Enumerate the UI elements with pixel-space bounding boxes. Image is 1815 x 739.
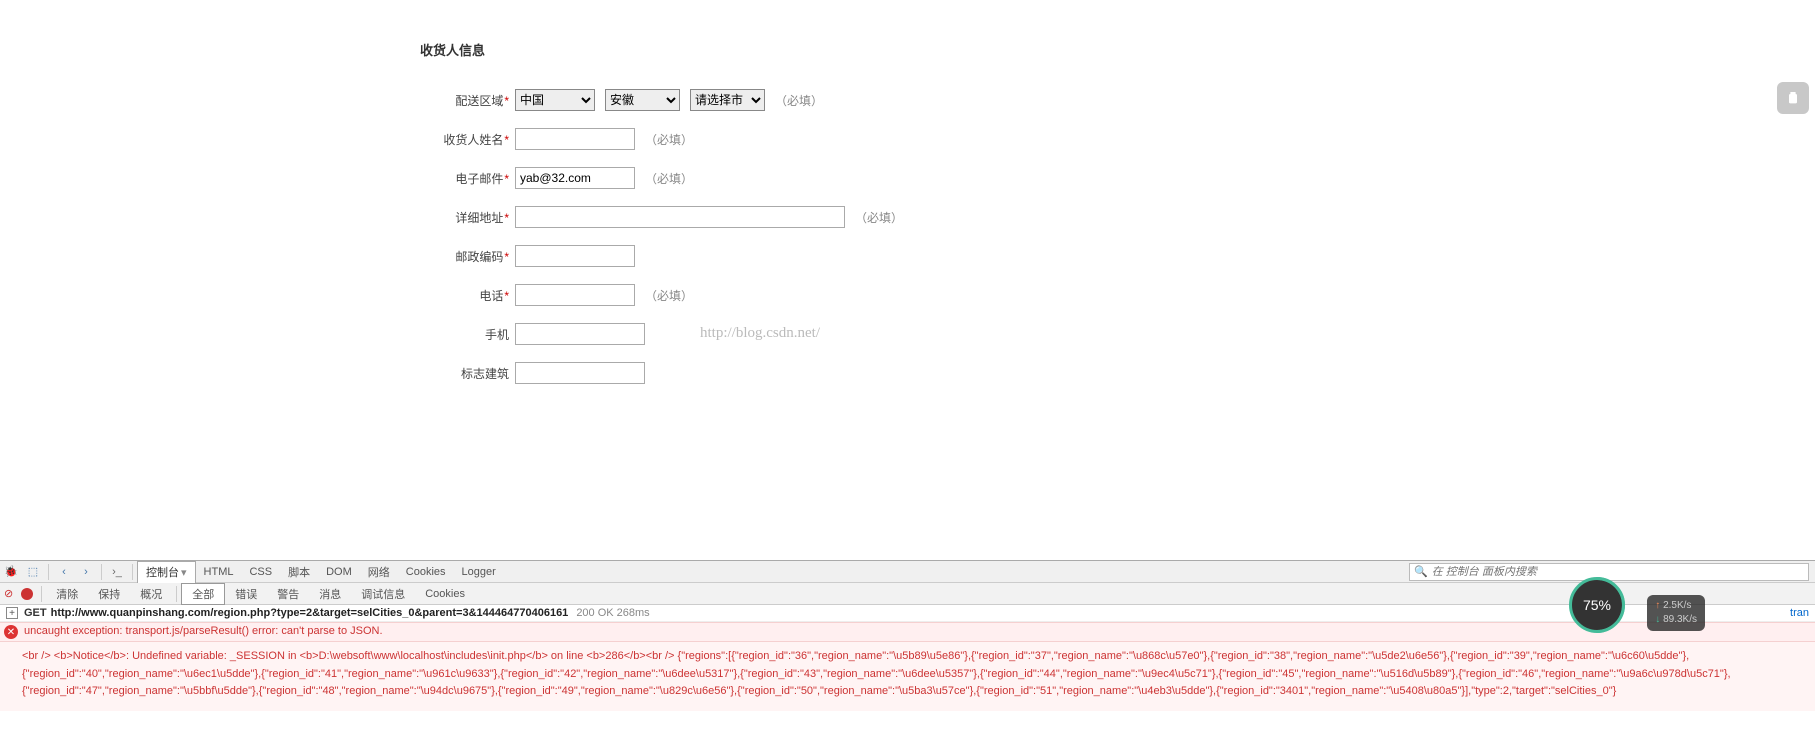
console-log-area: + GET http://www.quanpinshang.com/region… — [0, 605, 1815, 739]
request-url: http://www.quanpinshang.com/region.php?t… — [51, 607, 569, 619]
block-icon[interactable]: ⊘ — [4, 587, 13, 600]
filter-persist[interactable]: 保持 — [88, 583, 130, 605]
filter-clear[interactable]: 清除 — [46, 583, 88, 605]
row-name: 收货人姓名* （必填） — [420, 128, 1815, 150]
next-icon[interactable]: › — [77, 563, 95, 581]
row-phone: 电话* （必填） — [420, 284, 1815, 306]
tab-html[interactable]: HTML — [196, 561, 242, 583]
method: GET — [24, 607, 47, 619]
mobile-input[interactable] — [515, 323, 645, 345]
label-name: 收货人姓名* — [420, 131, 515, 148]
country-select[interactable]: 中国 — [515, 89, 595, 111]
row-address: 详细地址* （必填） — [420, 206, 1815, 228]
label-address: 详细地址* — [420, 209, 515, 226]
note-name: （必填） — [645, 131, 693, 148]
label-mobile: 手机 — [420, 326, 515, 343]
filter-info[interactable]: 消息 — [309, 583, 351, 605]
devtools-search[interactable]: 🔍 — [1409, 563, 1809, 581]
address-input[interactable] — [515, 206, 845, 228]
prev-icon[interactable]: ‹ — [55, 563, 73, 581]
phone-input[interactable] — [515, 284, 635, 306]
label-region: 配送区域* — [420, 92, 515, 109]
arrow-down-icon: ↓ — [1655, 614, 1663, 625]
network-monitor-widget[interactable]: 75% — [1569, 577, 1625, 633]
tab-dom[interactable]: DOM — [318, 561, 360, 583]
error-icon: ✕ — [4, 625, 18, 639]
filter-cookies[interactable]: Cookies — [415, 583, 475, 605]
side-widget[interactable] — [1777, 82, 1809, 114]
chevron-down-icon: ▾ — [181, 566, 187, 579]
request-status: 200 OK 268ms — [576, 607, 649, 619]
separator — [41, 586, 42, 602]
console-request-line[interactable]: + GET http://www.quanpinshang.com/region… — [0, 605, 1815, 622]
request-trail: tran — [1790, 607, 1809, 619]
filter-errors[interactable]: 错误 — [225, 583, 267, 605]
separator — [101, 564, 102, 580]
tab-console[interactable]: 控制台 ▾ — [137, 561, 196, 583]
tab-net[interactable]: 网络 — [360, 561, 398, 583]
city-select[interactable]: 请选择市 — [690, 89, 765, 111]
jar-icon — [1785, 90, 1801, 106]
cmd-icon[interactable]: ›_ — [108, 563, 126, 581]
note-email: （必填） — [645, 170, 693, 187]
email-input[interactable] — [515, 167, 635, 189]
separator — [132, 564, 133, 580]
filter-debug[interactable]: 调试信息 — [351, 583, 415, 605]
note-region: （必填） — [775, 92, 823, 109]
row-postcode: 邮政编码* — [420, 245, 1815, 267]
postcode-input[interactable] — [515, 245, 635, 267]
tab-cookies[interactable]: Cookies — [398, 561, 454, 583]
arrow-up-icon: ↑ — [1655, 600, 1663, 611]
search-input[interactable] — [1432, 566, 1804, 578]
devtools-panel: 🐞 ⬚ ‹ › ›_ 控制台 ▾ HTML CSS 脚本 DOM 网络 Cook… — [0, 560, 1815, 605]
watermark: http://blog.csdn.net/ — [700, 325, 820, 342]
tab-script[interactable]: 脚本 — [280, 561, 318, 583]
row-region: 配送区域* 中国 安徽 请选择市 （必填） — [420, 89, 1815, 111]
expand-icon[interactable]: + — [6, 607, 18, 619]
console-error-body: <br /> <b>Notice</b>: Undefined variable… — [0, 642, 1815, 711]
inspect-icon[interactable]: ⬚ — [24, 563, 42, 581]
section-title: 收货人信息 — [420, 40, 1815, 59]
error-summary: uncaught exception: transport.js/parseRe… — [24, 625, 383, 637]
network-stats: ↑ 2.5K/s ↓ 89.3K/s — [1647, 595, 1705, 631]
search-icon: 🔍 — [1414, 565, 1428, 578]
console-error-line[interactable]: ✕ uncaught exception: transport.js/parse… — [0, 622, 1815, 642]
devtools-tabbar: 🐞 ⬚ ‹ › ›_ 控制台 ▾ HTML CSS 脚本 DOM 网络 Cook… — [0, 561, 1815, 583]
name-input[interactable] — [515, 128, 635, 150]
firebug-icon[interactable]: 🐞 — [2, 563, 20, 581]
label-email: 电子邮件* — [420, 170, 515, 187]
separator — [176, 586, 177, 602]
tab-logger[interactable]: Logger — [454, 561, 504, 583]
devtools-filterbar: ⊘ 清除 保持 概况 全部 错误 警告 消息 调试信息 Cookies — [0, 583, 1815, 605]
label-postcode: 邮政编码* — [420, 248, 515, 265]
separator — [48, 564, 49, 580]
tab-css[interactable]: CSS — [241, 561, 280, 583]
filter-profile[interactable]: 概况 — [130, 583, 172, 605]
record-icon[interactable] — [21, 588, 33, 600]
row-email: 电子邮件* （必填） — [420, 167, 1815, 189]
filter-all[interactable]: 全部 — [181, 583, 225, 605]
province-select[interactable]: 安徽 — [605, 89, 680, 111]
landmark-input[interactable] — [515, 362, 645, 384]
label-phone: 电话* — [420, 287, 515, 304]
label-landmark: 标志建筑 — [420, 365, 515, 382]
filter-warnings[interactable]: 警告 — [267, 583, 309, 605]
net-percent: 75% — [1583, 597, 1611, 613]
note-address: （必填） — [855, 209, 903, 226]
row-mobile: 手机 — [420, 323, 1815, 345]
row-landmark: 标志建筑 — [420, 362, 1815, 384]
note-phone: （必填） — [645, 287, 693, 304]
